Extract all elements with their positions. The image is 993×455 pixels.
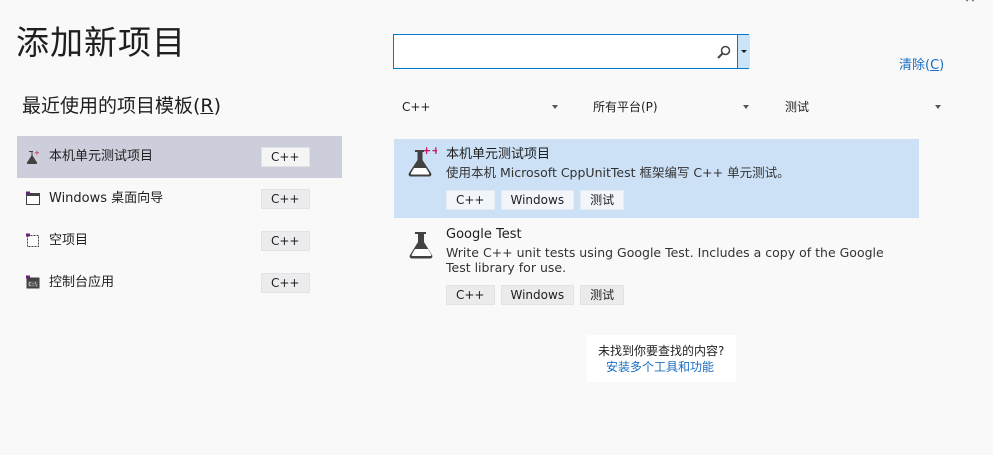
language-tag: C++ [261, 189, 310, 209]
chevron-down-icon [935, 105, 941, 109]
template-search[interactable] [393, 34, 750, 69]
template-description: Write C++ unit tests using Google Test. … [446, 245, 884, 275]
svg-text:C:\: C:\ [29, 282, 38, 288]
template-title: 本机单元测试项目 [446, 147, 551, 162]
language-tag: C++ [446, 285, 495, 305]
console-icon: C:\ [26, 275, 40, 289]
language-filter[interactable]: C++ [402, 96, 558, 118]
recent-templates-heading: 最近使用的项目模板(R) [22, 95, 222, 117]
empty-project-icon [26, 233, 39, 247]
search-input[interactable] [398, 39, 712, 66]
flask-plus-icon: ++ [408, 144, 437, 177]
recent-item-label: 本机单元测试项目 [49, 149, 154, 164]
template-tags: C++ Windows 测试 [446, 285, 625, 305]
recent-item-label: 控制台应用 [49, 275, 115, 290]
template-description: 使用本机 Microsoft CppUnitTest 框架编写 C++ 单元测试… [446, 165, 790, 180]
close-button[interactable]: × [962, 0, 978, 6]
language-tag: C++ [446, 190, 495, 210]
language-filter-value: C++ [402, 100, 431, 114]
template-tags: C++ Windows 测试 [446, 190, 625, 210]
language-tag: C++ [261, 147, 310, 167]
project-type-tag: 测试 [580, 285, 625, 305]
chevron-down-icon [552, 105, 558, 109]
svg-text:+: + [34, 149, 40, 157]
chevron-down-icon [741, 50, 747, 53]
flask-icon [409, 232, 433, 259]
platform-filter[interactable]: 所有平台(P) [593, 96, 749, 118]
platform-tag: Windows [500, 285, 575, 305]
recent-item-label: 空项目 [49, 233, 89, 248]
template-google-test[interactable]: Google Test Write C++ unit tests using G… [394, 222, 919, 308]
search-options-dropdown[interactable] [737, 35, 750, 68]
project-type-tag: 测试 [580, 190, 625, 210]
recent-item-empty-project[interactable]: 空项目 C++ [17, 220, 342, 262]
platform-tag: Windows [500, 190, 575, 210]
template-native-unit-test[interactable]: ++ 本机单元测试项目 使用本机 Microsoft CppUnitTest 框… [394, 139, 919, 218]
recent-item-windows-desktop-wizard[interactable]: Windows 桌面向导 C++ [17, 178, 342, 220]
install-tools-link[interactable]: 安装多个工具和功能 [606, 359, 714, 375]
recent-templates-list: + 本机单元测试项目 C++ Windows 桌面向导 C++ 空项目 C++ … [17, 136, 342, 304]
flask-icon: + [26, 149, 40, 164]
page-title: 添加新项目 [16, 23, 186, 62]
chevron-down-icon [743, 105, 749, 109]
recent-item-console-app[interactable]: C:\ 控制台应用 C++ [17, 262, 342, 304]
language-tag: C++ [261, 231, 310, 251]
project-type-filter[interactable]: 测试 [785, 96, 941, 118]
not-found-question: 未找到你要查找的内容? [598, 344, 725, 358]
window-icon [26, 191, 40, 205]
not-found-panel: 未找到你要查找的内容? 安装多个工具和功能 [587, 335, 736, 382]
platform-filter-value: 所有平台(P) [593, 100, 658, 114]
template-title: Google Test [446, 227, 522, 242]
language-tag: C++ [261, 273, 310, 293]
search-icon[interactable] [716, 44, 732, 60]
recent-item-native-unit-test[interactable]: + 本机单元测试项目 C++ [17, 136, 342, 178]
svg-text:++: ++ [422, 144, 437, 157]
clear-filters-link[interactable]: 清除(C) [899, 54, 944, 73]
recent-item-label: Windows 桌面向导 [49, 191, 164, 206]
project-type-filter-value: 测试 [785, 100, 810, 114]
